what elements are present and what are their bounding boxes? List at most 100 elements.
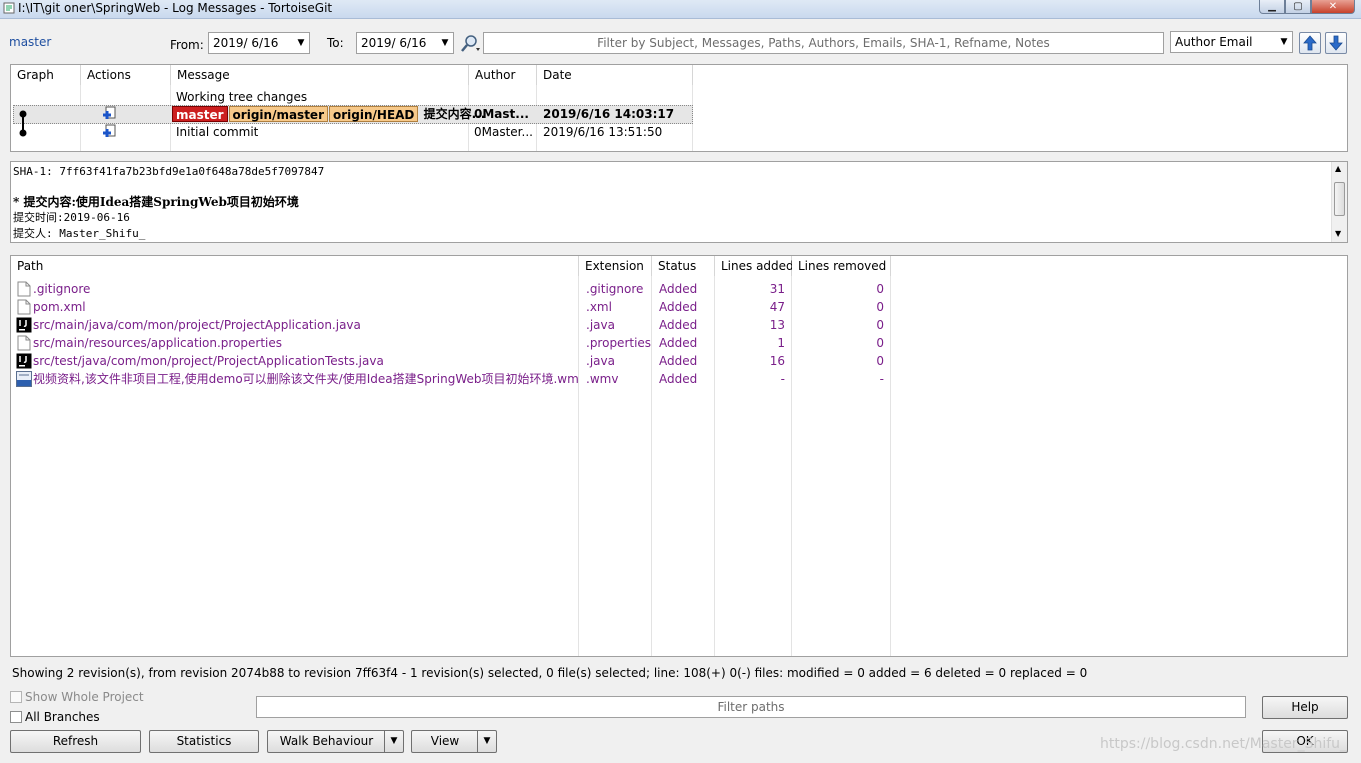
column-header-actions[interactable]: Actions [81,65,171,85]
file-extension: .xml [586,300,612,314]
commit-subject: * 提交内容:使用Idea搭建SpringWeb项目初始环境 [13,195,299,209]
minimize-button[interactable]: ▁ [1259,0,1285,14]
log-list[interactable]: Graph Actions Message Author Date Workin… [10,64,1348,152]
commit-time: 提交时间:2019-06-16 [13,211,130,224]
lines-removed: 0 [876,282,884,296]
commit-detail[interactable]: SHA-1: 7ff63f41fa7b23bfd9e1a0f648a78de5f… [10,161,1348,243]
commit-author: 0Mast... [474,107,529,121]
file-icon [17,281,31,297]
file-status: Added [659,354,698,368]
branch-link[interactable]: master [9,35,51,49]
help-button[interactable]: Help [1262,696,1348,719]
scrollbar-thumb[interactable] [1334,182,1345,216]
working-tree-row[interactable]: Working tree changes [176,88,307,106]
search-icon[interactable] [459,33,481,53]
previous-button[interactable] [1299,32,1321,54]
view-button[interactable]: View ▼ [411,730,497,753]
lines-removed: 0 [876,300,884,314]
chevron-down-icon: ▼ [1280,37,1288,47]
lines-added: 31 [769,282,785,296]
column-header-status[interactable]: Status [652,256,715,276]
column-header-graph[interactable]: Graph [11,65,81,85]
watermark: https://blog.csdn.net/Master_Shifu_ [1100,736,1348,752]
walk-behaviour-button[interactable]: Walk Behaviour ▼ [267,730,404,753]
commit-action-icon[interactable] [101,106,117,122]
commit-message[interactable]: Initial commit [176,123,258,141]
branch-tag-remote: origin/HEAD [329,106,419,122]
window-title: I:\IT\git oner\SpringWeb - Log Messages … [18,1,333,15]
commit-sha: SHA-1: 7ff63f41fa7b23bfd9e1a0f648a78de5f… [13,165,325,178]
file-extension: .wmv [586,372,619,386]
commit-message-cell: master origin/master origin/HEAD 提交内容... [172,105,485,123]
filter-field-select[interactable]: Author Email ▼ [1170,31,1293,53]
column-header-path[interactable]: Path [11,256,579,276]
chevron-down-icon: ▼ [297,38,305,48]
chevron-down-icon[interactable]: ▼ [1335,229,1341,238]
lines-removed: 0 [876,318,884,332]
file-extension: .java [586,318,615,332]
lines-removed: 0 [876,354,884,368]
to-label: To: [327,36,344,50]
show-whole-project-checkbox[interactable] [10,691,22,703]
title-bar: I:\IT\git oner\SpringWeb - Log Messages … [0,0,1361,19]
lines-added: 16 [769,354,785,368]
commit-committer: 提交人: Master_Shifu_ [13,227,146,240]
file-path[interactable]: pom.xml [33,298,86,316]
arrow-down-icon [1329,35,1343,51]
chevron-up-icon[interactable]: ▲ [1335,164,1341,173]
lines-added: 47 [769,300,785,314]
from-label: From: [170,38,204,52]
lines-added: 1 [777,336,785,350]
filter-field-value: Author Email [1175,35,1253,49]
branch-tag-local: master [172,106,228,122]
commit-date: 2019/6/16 13:51:50 [543,125,663,139]
close-button[interactable]: ✕ [1311,0,1355,14]
file-status: Added [659,282,698,296]
file-list[interactable]: Path Extension Status Lines added Lines … [10,255,1348,657]
all-branches-checkbox[interactable] [10,711,22,723]
column-header-lines-added[interactable]: Lines added [715,256,794,276]
lines-added: - [780,372,785,386]
intellij-icon [16,317,32,333]
file-path[interactable]: 视频资料,该文件非项目工程,使用demo可以删除该文件夹/使用Idea搭建Spr… [33,370,578,388]
file-status: Added [659,300,698,314]
commit-author: 0Master... [474,125,533,139]
lines-added: 13 [769,318,785,332]
file-icon [17,299,31,315]
graph-node-icon [19,110,27,137]
view-label: View [430,734,460,748]
scrollbar[interactable]: ▲ ▼ [1331,162,1347,242]
file-path[interactable]: .gitignore [33,280,90,298]
file-path[interactable]: src/test/java/com/mon/project/ProjectApp… [33,352,384,370]
from-date-value: 2019/ 6/16 [213,36,279,50]
commit-action-icon[interactable] [101,124,117,140]
from-date-picker[interactable]: 2019/ 6/16 ▼ [208,32,310,54]
chevron-down-icon[interactable]: ▼ [384,731,403,752]
to-date-value: 2019/ 6/16 [361,36,427,50]
file-status: Added [659,372,698,386]
to-date-picker[interactable]: 2019/ 6/16 ▼ [356,32,454,54]
show-whole-project-label: Show Whole Project [25,690,144,704]
chevron-down-icon: ▼ [441,38,449,48]
file-status: Added [659,318,698,332]
maximize-button[interactable]: ▢ [1285,0,1311,14]
filter-paths-input[interactable]: Filter paths [256,696,1246,718]
column-header-lines-removed[interactable]: Lines removed [792,256,891,276]
chevron-down-icon[interactable]: ▼ [477,731,496,752]
lines-removed: 0 [876,336,884,350]
refresh-button[interactable]: Refresh [10,730,141,753]
next-button[interactable] [1325,32,1347,54]
file-path[interactable]: src/main/java/com/mon/project/ProjectApp… [33,316,361,334]
column-header-date[interactable]: Date [537,65,693,85]
file-path[interactable]: src/main/resources/application.propertie… [33,334,282,352]
search-input[interactable]: Filter by Subject, Messages, Paths, Auth… [483,32,1164,54]
status-bar: Showing 2 revision(s), from revision 207… [12,666,1088,680]
file-status: Added [659,336,698,350]
wmv-icon [16,371,32,387]
statistics-button[interactable]: Statistics [149,730,259,753]
column-header-message[interactable]: Message [171,65,469,85]
column-header-author[interactable]: Author [469,65,537,85]
file-extension: .properties [586,336,652,350]
arrow-up-icon [1303,35,1317,51]
column-header-extension[interactable]: Extension [579,256,652,276]
